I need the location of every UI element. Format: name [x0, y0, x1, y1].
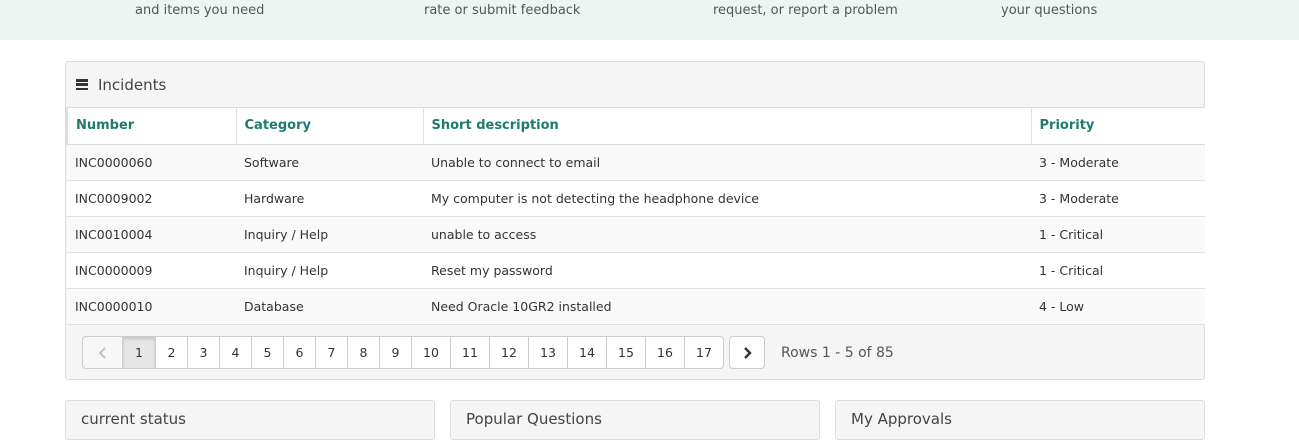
- card-title: My Approvals: [851, 410, 952, 428]
- cell-number[interactable]: INC0000010: [67, 288, 236, 325]
- chevron-right-icon: [744, 346, 752, 359]
- cell-number[interactable]: INC0010004: [67, 216, 236, 253]
- current-status-card: current status: [65, 400, 435, 440]
- page-button-11[interactable]: 11: [451, 336, 490, 369]
- cell-priority: 1 - Critical: [1031, 252, 1205, 289]
- previous-page-button[interactable]: [82, 336, 123, 369]
- cell-short-description: unable to access: [423, 216, 1031, 253]
- page-button-14[interactable]: 14: [568, 336, 607, 369]
- page-button-2[interactable]: 2: [156, 336, 188, 369]
- column-header-number[interactable]: Number: [66, 108, 236, 145]
- cell-number[interactable]: INC0009002: [67, 180, 236, 217]
- table-row[interactable]: INC0010004 Inquiry / Help unable to acce…: [67, 216, 1205, 253]
- table-row[interactable]: INC0009002 Hardware My computer is not d…: [67, 180, 1205, 217]
- column-header-short-description[interactable]: Short description: [422, 108, 1031, 145]
- page-button-3[interactable]: 3: [188, 336, 220, 369]
- cell-category: Software: [236, 144, 423, 181]
- page-button-12[interactable]: 12: [490, 336, 529, 369]
- table-row[interactable]: INC0000009 Inquiry / Help Reset my passw…: [67, 252, 1205, 289]
- cell-category: Hardware: [236, 180, 423, 217]
- incidents-panel: Incidents Number Category Short descript…: [65, 61, 1205, 380]
- rows-info: Rows 1 - 5 of 85: [781, 344, 894, 361]
- cell-short-description: Unable to connect to email: [423, 144, 1031, 181]
- cell-short-description: My computer is not detecting the headpho…: [423, 180, 1031, 217]
- page-button-15[interactable]: 15: [607, 336, 646, 369]
- incidents-table: Number Category Short description Priori…: [66, 108, 1205, 325]
- my-approvals-card: My Approvals: [835, 400, 1205, 440]
- page-list: 1 2 3 4 5 6 7 8 9 10 11 12 13 14 15 16 1…: [82, 336, 724, 369]
- page-button-6[interactable]: 6: [284, 336, 316, 369]
- page-button-17[interactable]: 17: [685, 336, 724, 369]
- page-button-10[interactable]: 10: [412, 336, 451, 369]
- page-button-8[interactable]: 8: [348, 336, 380, 369]
- column-header-category[interactable]: Category: [235, 108, 423, 145]
- cell-category: Inquiry / Help: [236, 216, 423, 253]
- panel-title: Incidents: [98, 75, 167, 94]
- page-button-16[interactable]: 16: [646, 336, 685, 369]
- cell-priority: 4 - Low: [1031, 288, 1205, 325]
- chevron-left-icon: [98, 346, 106, 359]
- cell-category: Database: [236, 288, 423, 325]
- card-title: Popular Questions: [466, 410, 602, 428]
- next-page-button[interactable]: [729, 336, 765, 369]
- page-button-9[interactable]: 9: [380, 336, 412, 369]
- top-band: and items you need rate or submit feedba…: [0, 0, 1299, 40]
- top-band-text: request, or report a problem: [713, 3, 898, 18]
- page-button-13[interactable]: 13: [529, 336, 568, 369]
- top-band-text: and items you need: [135, 3, 265, 18]
- page-button-4[interactable]: 4: [220, 336, 252, 369]
- cell-number[interactable]: INC0000060: [67, 144, 236, 181]
- popular-questions-card: Popular Questions: [450, 400, 820, 440]
- cell-priority: 3 - Moderate: [1031, 180, 1205, 217]
- cell-short-description: Reset my password: [423, 252, 1031, 289]
- panel-header: Incidents: [66, 62, 1204, 108]
- cell-priority: 1 - Critical: [1031, 216, 1205, 253]
- hamburger-menu-icon[interactable]: [76, 79, 88, 90]
- top-band-text: your questions: [1001, 3, 1098, 18]
- page-button-7[interactable]: 7: [316, 336, 348, 369]
- card-title: current status: [81, 410, 186, 428]
- cell-short-description: Need Oracle 10GR2 installed: [423, 288, 1031, 325]
- cell-category: Inquiry / Help: [236, 252, 423, 289]
- cell-priority: 3 - Moderate: [1031, 144, 1205, 181]
- pagination: 1 2 3 4 5 6 7 8 9 10 11 12 13 14 15 16 1…: [82, 336, 894, 369]
- top-band-text: rate or submit feedback: [424, 3, 581, 18]
- cell-number[interactable]: INC0000009: [67, 252, 236, 289]
- table-row[interactable]: INC0000060 Software Unable to connect to…: [67, 144, 1205, 181]
- column-header-priority[interactable]: Priority: [1030, 108, 1205, 145]
- table-row[interactable]: INC0000010 Database Need Oracle 10GR2 in…: [67, 288, 1205, 325]
- page-button-1[interactable]: 1: [123, 336, 156, 369]
- page-button-5[interactable]: 5: [252, 336, 284, 369]
